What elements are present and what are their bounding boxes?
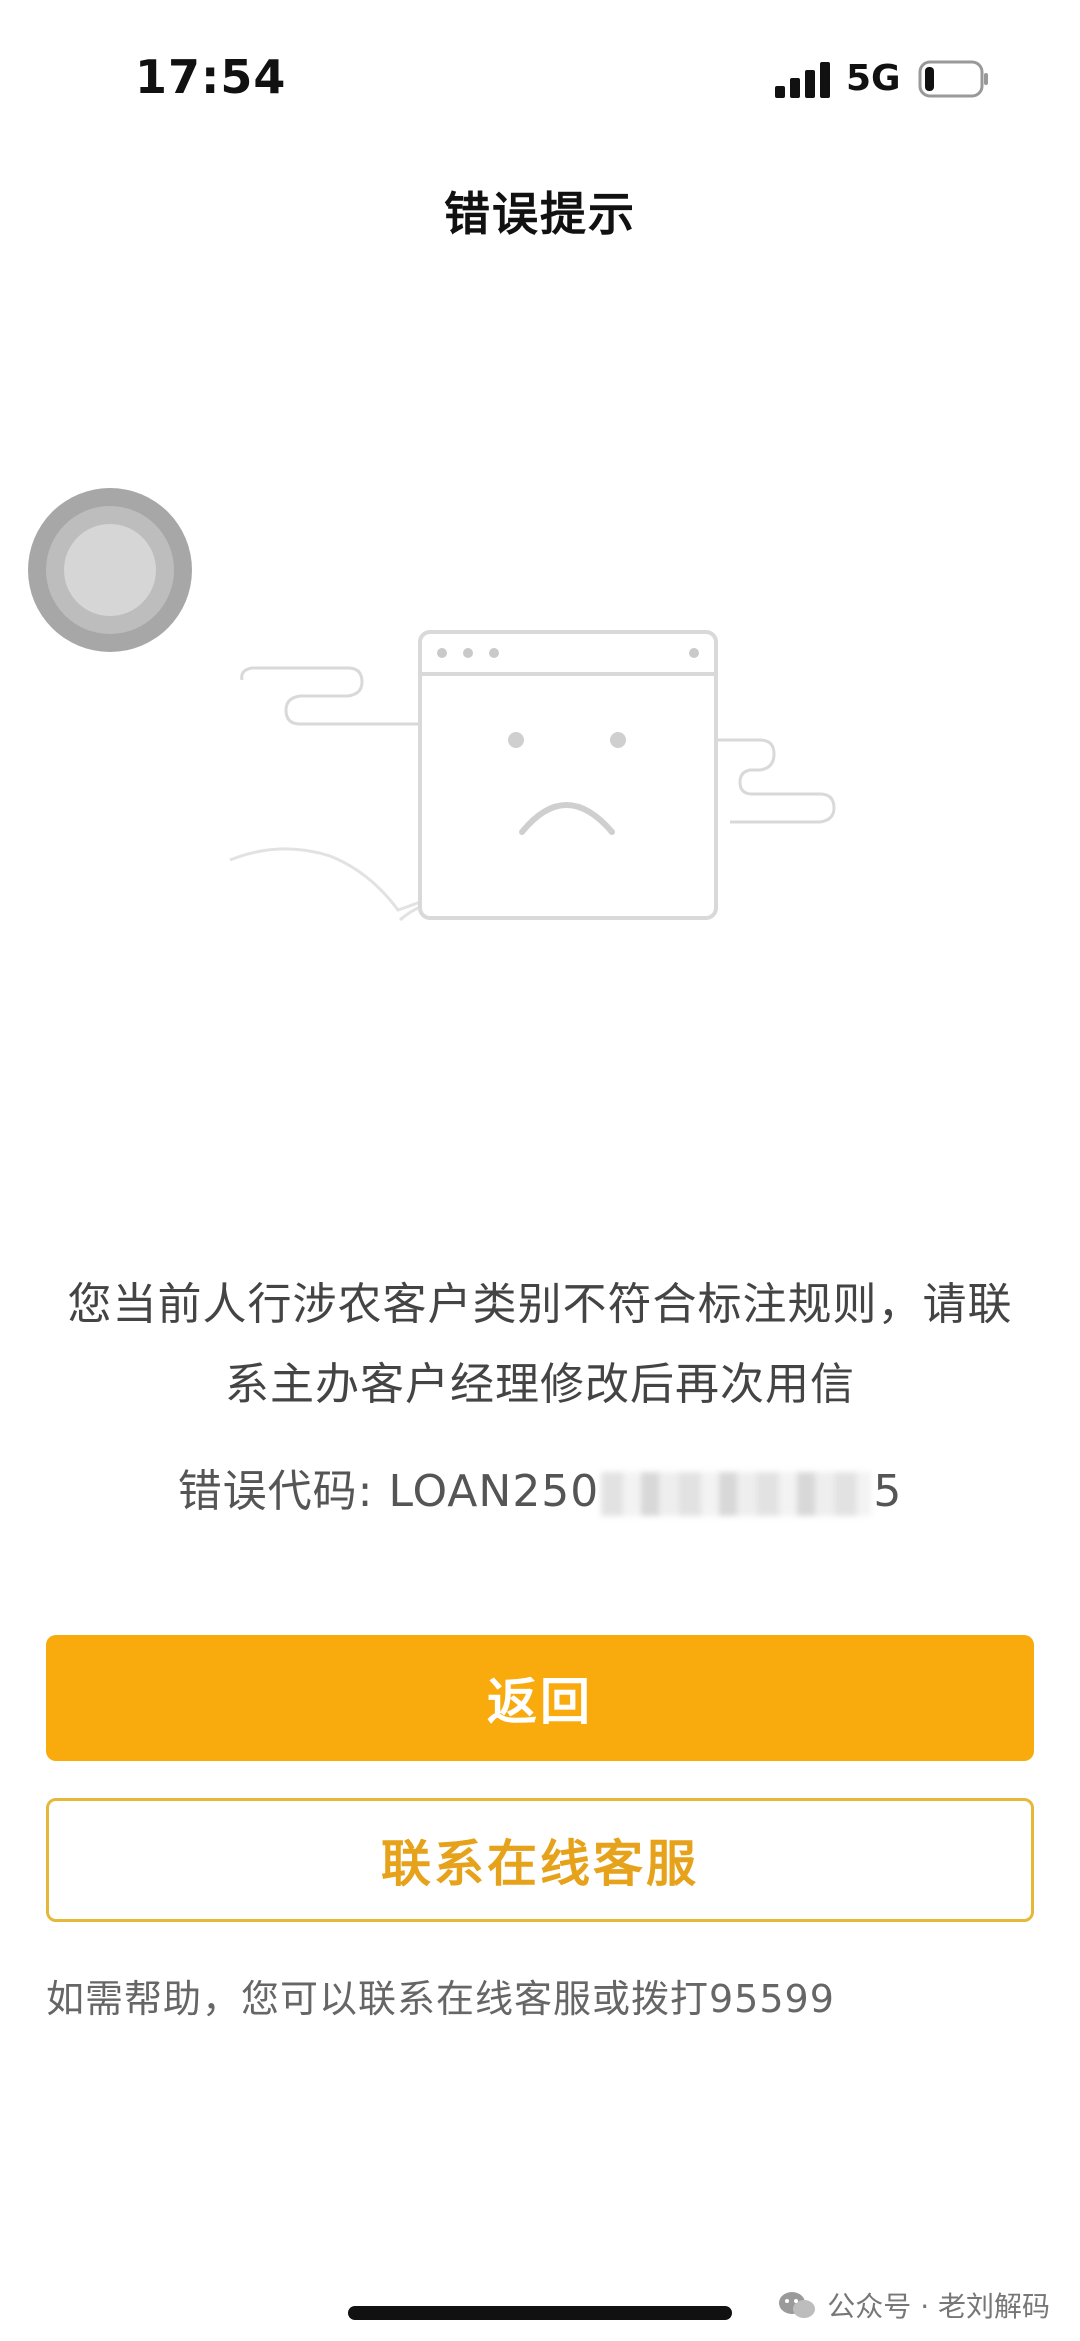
redacted-code-blur [601,1472,872,1516]
error-message: 您当前人行涉农客户类别不符合标注规则，请联系主办客户经理修改后再次用信 [67,1279,1013,1410]
page-title: 错误提示 [444,187,636,241]
assistive-touch-ring [46,506,174,634]
home-indicator[interactable] [348,2306,732,2320]
help-text: 如需帮助，您可以联系在线客服或拨打95599 [46,1977,835,2021]
contact-service-button[interactable]: 联系在线客服 [46,1798,1034,1922]
error-code-tail: 5 [873,1466,903,1517]
error-code: 错误代码: LOAN250 5 [0,1455,1080,1519]
assistive-touch-core [64,524,156,616]
signal-icon [775,62,830,98]
sad-browser-illustration [229,630,836,922]
assistive-touch-button[interactable] [28,488,192,652]
back-button[interactable]: 返回 [46,1635,1034,1761]
status-bar: 17:54 5G [0,0,1080,160]
error-code-text: 错误代码: LOAN250 [177,1466,600,1517]
watermark-text: 公众号 · 老刘解码 [827,2290,1050,2323]
network-label: 5G [846,58,901,99]
status-time: 17:54 [135,50,287,104]
wechat-icon [779,2292,816,2318]
watermark: 公众号 · 老刘解码 [777,2285,1050,2325]
battery-icon [918,60,988,98]
